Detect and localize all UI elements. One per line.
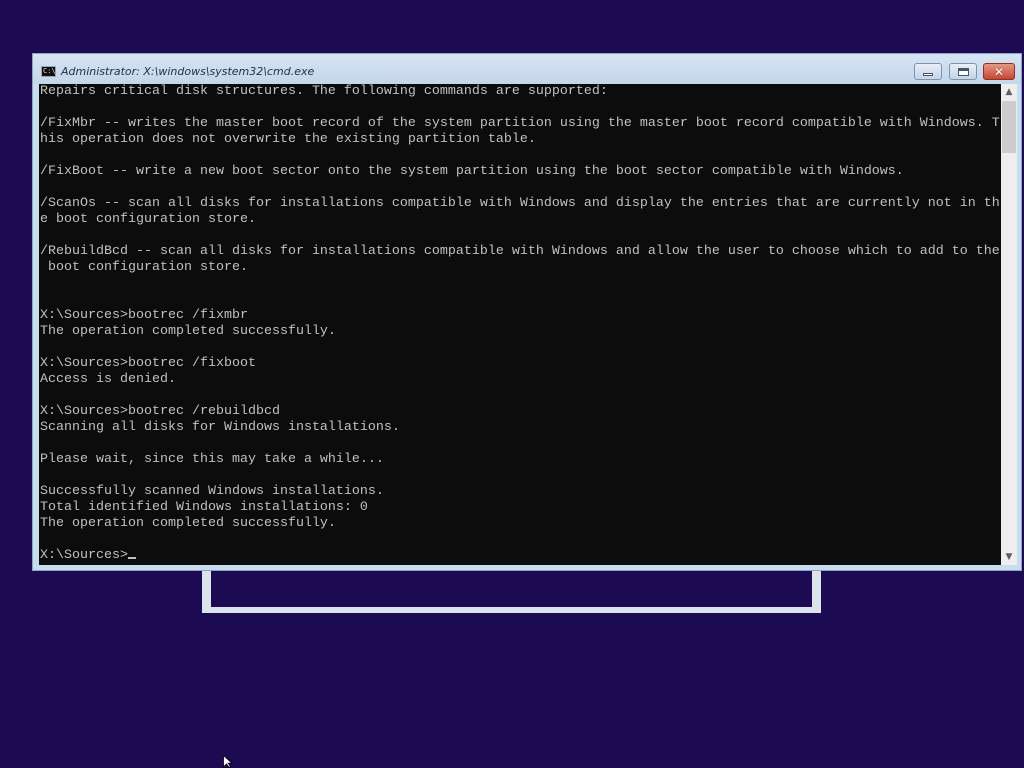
console-line: /FixBoot -- write a new boot sector onto… <box>40 164 904 179</box>
close-icon: ✕ <box>993 64 1005 79</box>
console-line: e boot configuration store. <box>40 212 256 227</box>
desktop-background: C:\ Administrator: X:\windows\system32\c… <box>0 0 1024 768</box>
scroll-up-arrow-icon[interactable]: ▲ <box>1001 84 1017 100</box>
console-line: X:\Sources>bootrec /fixboot <box>40 356 256 371</box>
cmd-window[interactable]: C:\ Administrator: X:\windows\system32\c… <box>32 53 1022 571</box>
console-line: his operation does not overwrite the exi… <box>40 132 536 147</box>
console-line: Total identified Windows installations: … <box>40 500 368 515</box>
console-output-area[interactable]: Repairs critical disk structures. The fo… <box>39 84 1001 565</box>
console-line: The operation completed successfully. <box>40 516 336 531</box>
scrollbar-thumb[interactable] <box>1002 101 1016 153</box>
maximize-button[interactable] <box>949 63 977 80</box>
maximize-icon <box>957 67 969 76</box>
console-line: Scanning all disks for Windows installat… <box>40 420 400 435</box>
window-title: Administrator: X:\windows\system32\cmd.e… <box>61 65 315 78</box>
console-line: /RebuildBcd -- scan all disks for instal… <box>40 244 1000 259</box>
console-line: Repairs critical disk structures. The fo… <box>40 84 608 99</box>
text-cursor <box>127 557 136 559</box>
console-line: The operation completed successfully. <box>40 324 336 339</box>
console-line: Please wait, since this may take a while… <box>40 452 384 467</box>
minimize-icon <box>923 73 933 76</box>
console-line: /ScanOs -- scan all disks for installati… <box>40 196 1000 211</box>
console-line: X:\Sources>bootrec /fixmbr <box>40 308 248 323</box>
console-line: boot configuration store. <box>40 260 248 275</box>
scroll-down-arrow-icon[interactable]: ▼ <box>1001 549 1017 565</box>
console-line: Successfully scanned Windows installatio… <box>40 484 384 499</box>
cmd-console-icon[interactable]: C:\ <box>41 66 56 77</box>
vertical-scrollbar[interactable]: ▲ ▼ <box>1001 84 1017 565</box>
close-button[interactable]: ✕ <box>983 63 1015 80</box>
console-line: /FixMbr -- writes the master boot record… <box>40 116 1000 131</box>
console-text: Repairs critical disk structures. The fo… <box>39 84 1001 564</box>
mouse-pointer-icon <box>223 755 234 768</box>
console-line: X:\Sources>bootrec /rebuildbcd <box>40 404 280 419</box>
title-bar[interactable]: C:\ Administrator: X:\windows\system32\c… <box>33 54 1021 84</box>
minimize-button[interactable] <box>914 63 942 80</box>
console-line: Access is denied. <box>40 372 176 387</box>
console-prompt[interactable]: X:\Sources> <box>40 548 128 563</box>
